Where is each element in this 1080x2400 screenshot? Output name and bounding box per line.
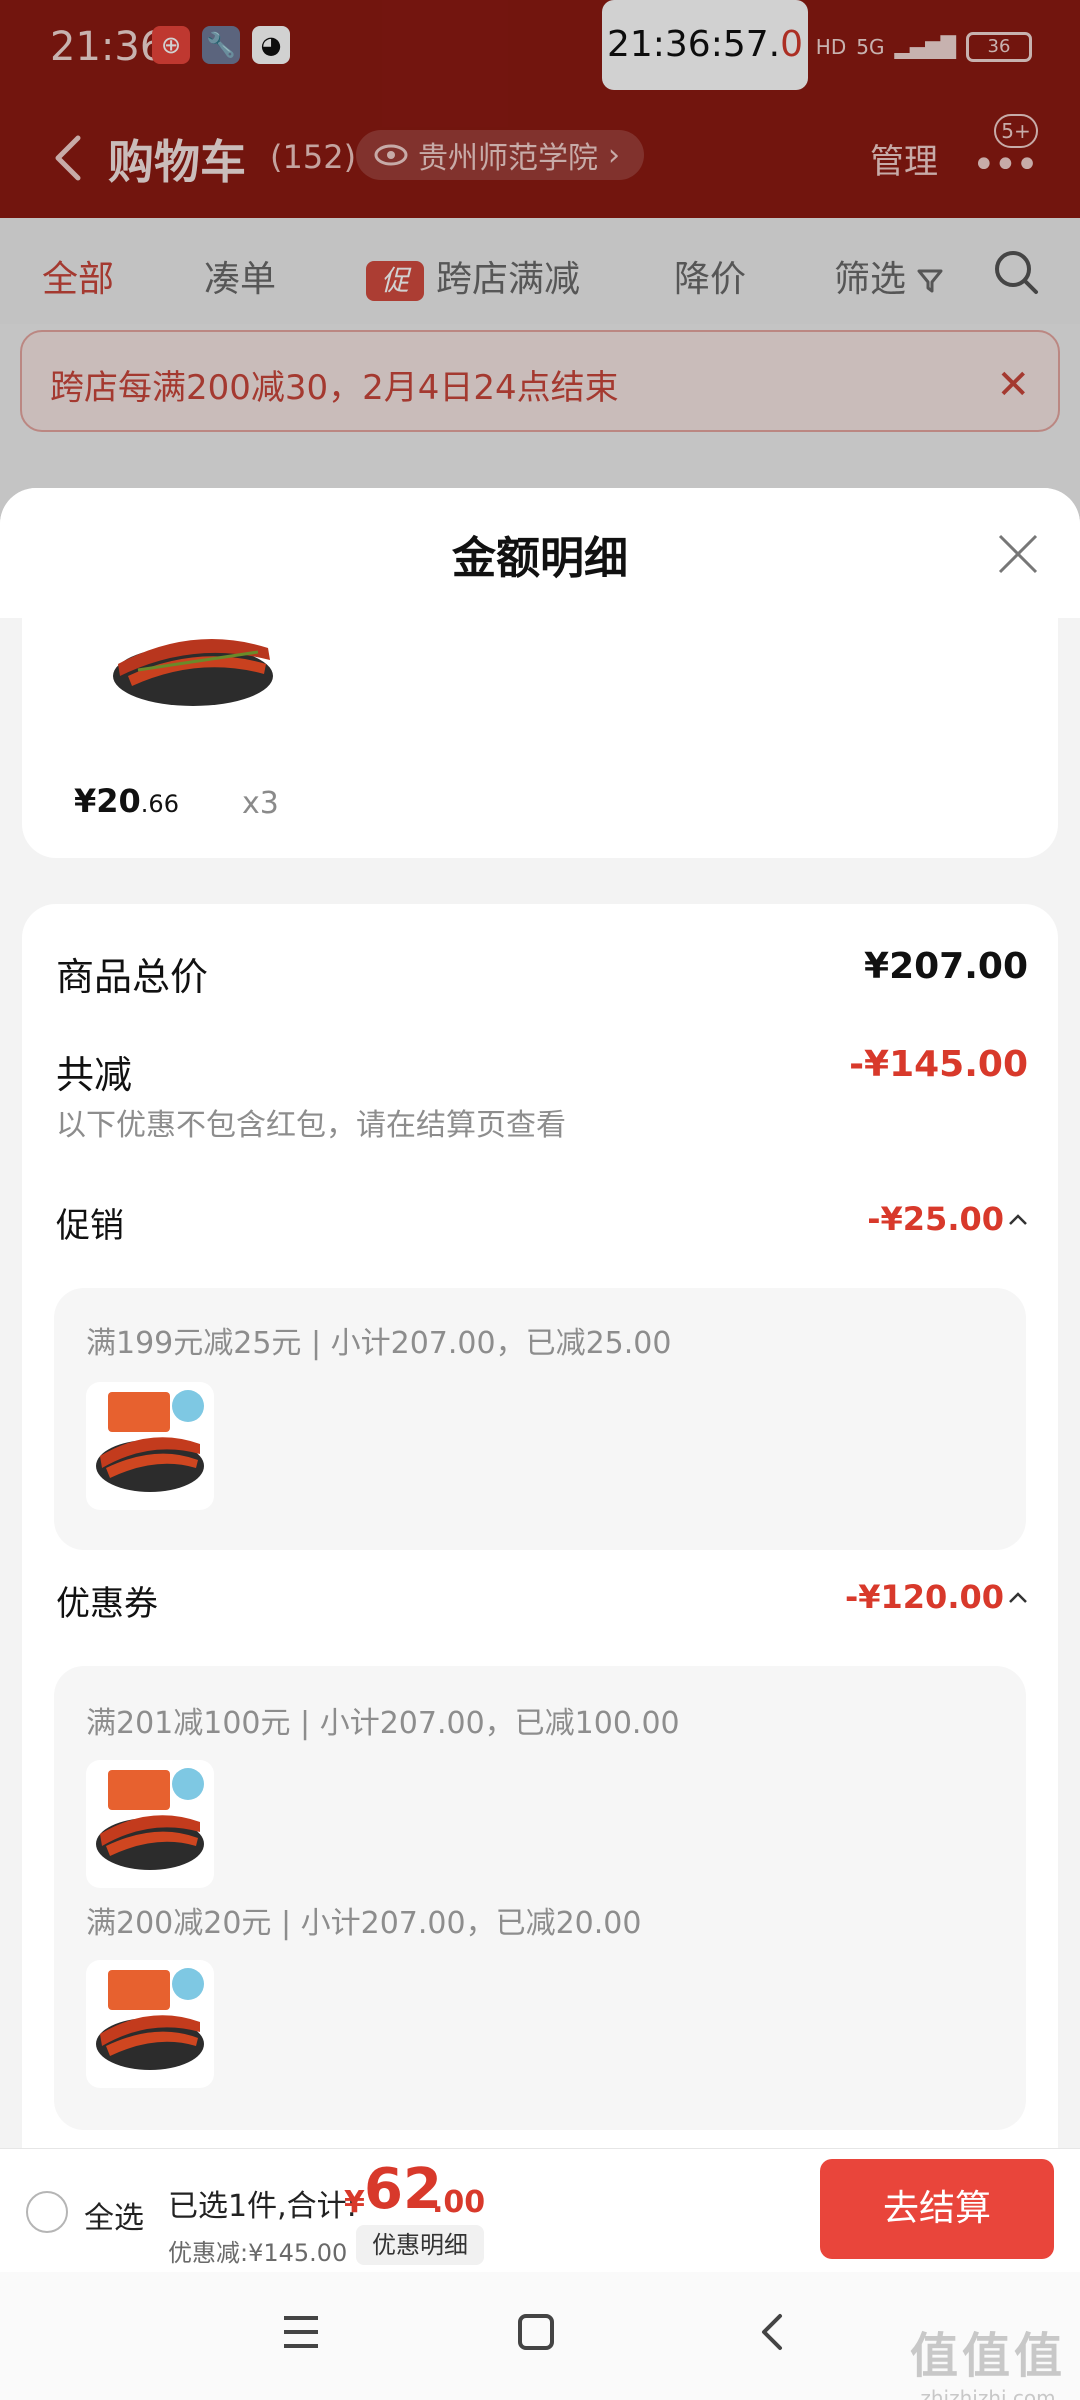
product-thumbnail-image [96, 1768, 204, 1870]
select-all-checkbox[interactable] [26, 2191, 68, 2233]
product-thumbnail [86, 1960, 214, 2088]
product-thumbnail-image [96, 1968, 204, 2070]
total-value: ¥207.00 [864, 946, 1028, 987]
amount-summary-card: 商品总价 ¥207.00 共减 -¥145.00 以下优惠不包含红包，请在结算页… [22, 904, 1058, 2148]
product-card: ¥20.66 x3 [22, 618, 1058, 858]
sheet-header: 金额明细 [0, 488, 1080, 618]
product-thumbnail-image [96, 1390, 204, 1492]
coupon-rule-1: 满201减100元 | 小计207.00，已减100.00 [86, 1706, 680, 1741]
discount-value: -¥145.00 [849, 1044, 1028, 1085]
discount-note: 以下优惠不包含红包，请在结算页查看 [56, 1108, 566, 1143]
watermark: 值值值 zhizhizhi.com [910, 2316, 1066, 2400]
watermark-logo: 值值值 [909, 2328, 1066, 2384]
discount-detail-button[interactable]: 优惠明细 [356, 2225, 484, 2265]
close-icon[interactable] [996, 532, 1040, 576]
menu-icon[interactable] [280, 2312, 322, 2352]
coupon-section-label: 优惠券 [56, 1584, 158, 1624]
promo-section-value[interactable]: -¥25.00 [867, 1200, 1004, 1238]
coupon-section-value[interactable]: -¥120.00 [845, 1578, 1004, 1616]
select-all-label[interactable]: 全选 [84, 2193, 144, 2237]
amount-detail-sheet: 金额明细 ¥20.66 x3 商品总价 ¥207.00 共减 -¥145.00 … [0, 488, 1080, 2148]
discount-summary: 优惠减:¥145.00 [168, 2239, 348, 2267]
promo-rule: 满199元减25元 | 小计207.00，已减25.00 [86, 1326, 672, 1361]
price-main: ¥20 [74, 782, 141, 820]
promo-detail-box: 满199元减25元 | 小计207.00，已减25.00 [54, 1288, 1026, 1550]
discount-label: 共减 [56, 1053, 133, 1097]
total-amount: 62 [364, 2157, 442, 2222]
chevron-up-icon[interactable] [1008, 1590, 1028, 1604]
currency-symbol: ¥ [344, 2185, 365, 2220]
product-thumbnail [86, 1382, 214, 1510]
coupon-detail-box: 满201减100元 | 小计207.00，已减100.00 满200减20元 |… [54, 1666, 1026, 2130]
promo-section-label: 促销 [56, 1206, 124, 1246]
sheet-title: 金额明细 [452, 533, 628, 584]
checkout-button[interactable]: 去结算 [820, 2159, 1054, 2259]
checkout-bar: 全选 已选1件,合计: ¥ 62 .00 优惠减:¥145.00 优惠明细 去结… [0, 2148, 1080, 2272]
home-icon[interactable] [516, 2312, 556, 2352]
watermark-domain: zhizhizhi.com [920, 2386, 1056, 2400]
total-label: 商品总价 [56, 955, 209, 999]
back-icon[interactable] [756, 2312, 786, 2352]
product-image [113, 639, 273, 706]
total-decimal: .00 [432, 2185, 486, 2220]
price-decimal: .66 [140, 790, 179, 818]
product-quantity: x3 [242, 786, 279, 821]
selected-summary: 已选1件,合计: [168, 2189, 357, 2224]
product-price: ¥20.66 [74, 782, 179, 820]
coupon-rule-2: 满200减20元 | 小计207.00，已减20.00 [86, 1906, 642, 1941]
chevron-up-icon[interactable] [1008, 1212, 1028, 1226]
product-thumbnail [86, 1760, 214, 1888]
